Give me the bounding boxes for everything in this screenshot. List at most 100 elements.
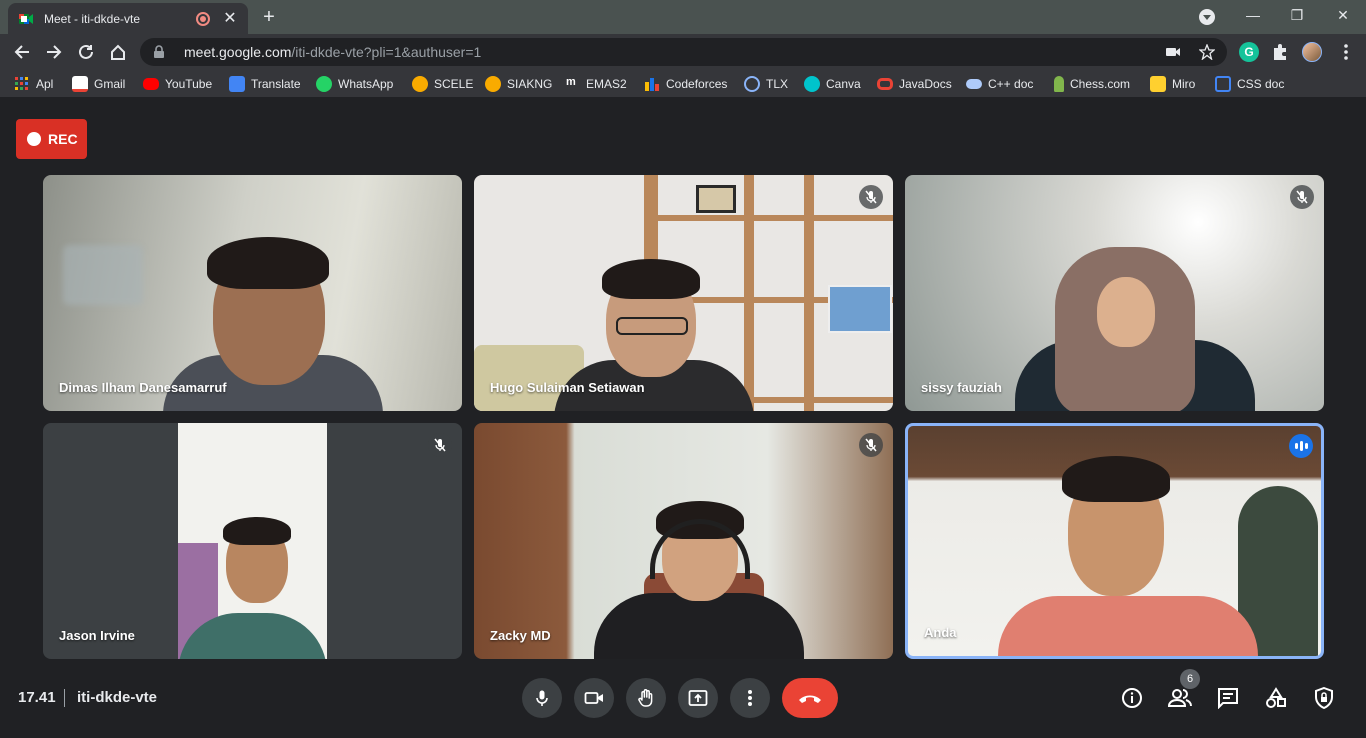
back-icon[interactable] (11, 41, 33, 63)
tab-close-icon[interactable]: ✕ (222, 10, 238, 27)
leave-call-button[interactable] (782, 678, 838, 718)
bookmark-javadocs[interactable]: JavaDocs (877, 76, 952, 92)
shelf-post (804, 175, 814, 411)
home-icon[interactable] (107, 41, 129, 63)
participant-tile[interactable]: Jason Irvine (43, 423, 462, 659)
reload-icon[interactable] (75, 41, 97, 63)
bookmark-siakng[interactable]: SIAKNG (485, 76, 552, 92)
activities-shapes-icon (1266, 687, 1286, 708)
javadocs-icon (877, 78, 893, 90)
chat-button[interactable] (1216, 686, 1240, 710)
rec-label: REC (48, 131, 78, 147)
participant-hair (1062, 456, 1170, 502)
bookmark-css-doc[interactable]: CSS doc (1215, 76, 1284, 92)
address-bar[interactable]: meet.google.com/iti-dkde-vte?pli=1&authu… (140, 38, 1227, 66)
mic-off-icon (859, 185, 883, 209)
microphone-button[interactable] (522, 678, 562, 718)
bookmark-emas2[interactable]: m EMAS2 (566, 76, 627, 92)
grammarly-extension-icon[interactable]: G (1239, 42, 1259, 62)
apps-grid-icon (15, 77, 28, 90)
camera-button[interactable] (574, 678, 614, 718)
bookmark-translate[interactable]: Translate (229, 76, 301, 92)
tab-title: Meet - iti-dkde-vte (44, 11, 141, 26)
profile-avatar[interactable] (1302, 42, 1322, 62)
bookmark-whatsapp[interactable]: WhatsApp (316, 76, 393, 92)
participant-hair (207, 237, 329, 289)
participant-body (998, 596, 1258, 656)
bookmark-gmail[interactable]: Gmail (72, 76, 125, 92)
close-window-icon[interactable]: ✕ (1328, 4, 1358, 26)
host-controls-button[interactable] (1312, 686, 1336, 710)
bookmark-chess[interactable]: Chess.com (1054, 76, 1130, 92)
participant-tile[interactable]: Zacky MD (474, 423, 893, 659)
recording-indicator-icon (196, 11, 210, 26)
participant-name: Hugo Sulaiman Setiawan (490, 380, 645, 395)
emas2-icon: m (566, 76, 576, 88)
participant-video (178, 423, 327, 659)
participant-name: Zacky MD (490, 628, 551, 643)
meeting-controls-bar: 17.41 iti-dkde-vte (0, 660, 1366, 738)
camera-in-use-icon[interactable] (1165, 44, 1181, 60)
bookmark-label: Canva (826, 77, 861, 91)
tlx-icon (744, 76, 760, 92)
picture-frame (696, 185, 736, 213)
mic-off-icon (859, 433, 883, 457)
more-options-button[interactable] (730, 678, 770, 718)
mic-off-icon (1290, 185, 1314, 209)
browser-menu-icon[interactable] (1336, 42, 1356, 62)
bookmark-youtube[interactable]: YouTube (143, 76, 212, 92)
participant-name: Dimas Ilham Danesamarruf (59, 380, 227, 395)
bookmark-miro[interactable]: Miro (1150, 76, 1195, 92)
meet-favicon-icon (19, 13, 33, 24)
bookmark-scele[interactable]: SCELE (412, 76, 473, 92)
record-dot-icon (27, 132, 41, 146)
chat-icon (1218, 688, 1238, 709)
meeting-code: iti-dkde-vte (77, 689, 158, 706)
people-button[interactable] (1168, 686, 1192, 710)
background-picture (63, 245, 143, 305)
new-tab-icon[interactable]: + (258, 6, 280, 28)
participant-body (594, 593, 804, 659)
participant-hair (602, 259, 700, 299)
cpp-doc-icon (966, 79, 982, 89)
tab-search-icon[interactable] (1199, 9, 1215, 25)
tab-strip: Meet - iti-dkde-vte ✕ + — ❐ ✕ (0, 0, 1366, 34)
bookmark-cpp-doc[interactable]: C++ doc (966, 76, 1033, 92)
participant-tile[interactable]: Hugo Sulaiman Setiawan (474, 175, 893, 411)
whatsapp-icon (316, 76, 332, 92)
url-path: /iti-dkde-vte?pli=1&authuser=1 (291, 44, 482, 60)
raise-hand-button[interactable] (626, 678, 666, 718)
scele-icon (412, 76, 428, 92)
mic-off-icon (428, 433, 452, 457)
forward-icon[interactable] (43, 41, 65, 63)
bookmark-tlx[interactable]: TLX (744, 76, 788, 92)
participant-tile-self[interactable]: Anda (905, 423, 1324, 659)
participant-name: Jason Irvine (59, 628, 135, 643)
bookmark-star-icon[interactable] (1199, 44, 1215, 60)
participant-count-badge: 6 (1180, 669, 1200, 689)
minimize-icon[interactable]: — (1238, 4, 1268, 26)
participant-hair (223, 517, 291, 545)
gmail-icon (72, 76, 88, 92)
browser-tab-meet[interactable]: Meet - iti-dkde-vte ✕ (8, 3, 248, 34)
restore-icon[interactable]: ❐ (1282, 4, 1312, 26)
bookmark-codeforces[interactable]: Codeforces (644, 76, 727, 92)
siakng-icon (485, 76, 501, 92)
recording-badge[interactable]: REC (16, 119, 87, 159)
meeting-details-button[interactable] (1120, 686, 1144, 710)
bookmark-apps[interactable]: Apl (14, 76, 53, 92)
bookmark-label: CSS doc (1237, 77, 1285, 91)
translate-icon (229, 76, 245, 92)
shield-lock-icon (1315, 687, 1333, 709)
activities-button[interactable] (1264, 686, 1288, 710)
info-icon (1122, 688, 1142, 708)
present-screen-button[interactable] (678, 678, 718, 718)
participant-tile[interactable]: Dimas Ilham Danesamarruf (43, 175, 462, 411)
browser-toolbar: meet.google.com/iti-dkde-vte?pli=1&authu… (0, 34, 1366, 70)
bookmark-label: EMAS2 (586, 77, 627, 91)
participant-name: Anda (924, 625, 957, 640)
camera-icon (584, 692, 603, 704)
bookmark-canva[interactable]: Canva (804, 76, 861, 92)
participant-tile[interactable]: sissy fauziah (905, 175, 1324, 411)
extensions-puzzle-icon[interactable] (1270, 42, 1290, 62)
